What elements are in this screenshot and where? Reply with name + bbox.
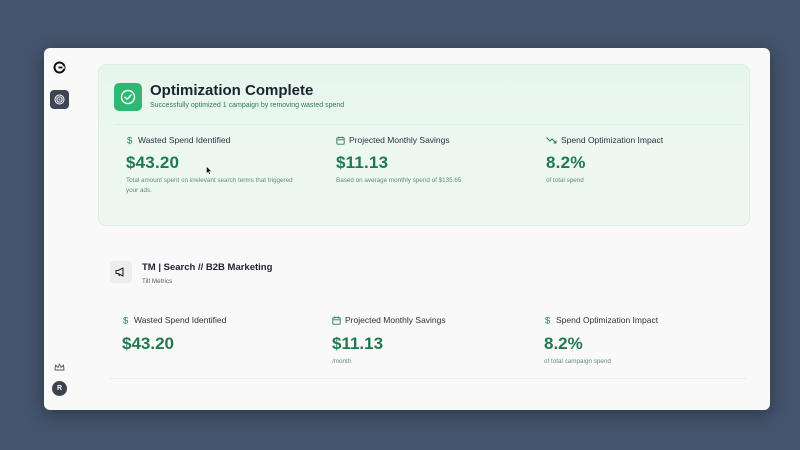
mouse-cursor-icon: [206, 166, 212, 175]
nav-optimizer-button[interactable]: [50, 90, 69, 109]
page-title: Optimization Complete: [150, 82, 314, 99]
summary-metric-impact: Spend Optimization Impact 8.2% of total …: [546, 135, 716, 186]
user-avatar[interactable]: R: [52, 381, 67, 396]
calendar-icon: [336, 136, 345, 145]
metric-value: 8.2%: [546, 153, 586, 172]
campaign-icon-box: [110, 261, 132, 283]
campaign-account: Tilt Metrics: [142, 278, 173, 285]
metric-label: Projected Monthly Savings: [349, 135, 450, 145]
svg-text:$: $: [545, 316, 551, 326]
metric-label: Wasted Spend Identified: [134, 315, 227, 325]
side-rail: R: [44, 48, 74, 410]
success-badge: [114, 83, 142, 111]
metric-description: of total campaign spend: [544, 358, 611, 365]
metric-description: of total spend: [546, 177, 584, 184]
metric-label: Wasted Spend Identified: [138, 135, 231, 145]
calendar-icon: [332, 316, 341, 325]
megaphone-icon: [115, 267, 124, 277]
campaign-metric-wasted: $ Wasted Spend Identified $43.20: [122, 315, 226, 358]
app-logo-icon[interactable]: [53, 61, 66, 74]
metric-description: Based on average monthly spend of $135.6…: [336, 177, 462, 184]
summary-metric-savings: Projected Monthly Savings $11.13 Based o…: [336, 135, 506, 186]
svg-text:$: $: [123, 316, 129, 326]
metric-description: /month: [332, 358, 352, 365]
metric-value: $11.13: [336, 153, 389, 172]
campaign-name[interactable]: TM | Search // B2B Marketing: [142, 262, 272, 273]
dollar-icon: $: [545, 316, 551, 326]
metric-label: Spend Optimization Impact: [561, 135, 664, 145]
svg-text:$: $: [127, 136, 133, 146]
metric-description: Total amount spent on irrelevant search …: [126, 177, 293, 194]
app-window: R Optimization Complete Successfully opt…: [44, 48, 770, 410]
target-icon: [54, 94, 65, 105]
metric-label: Projected Monthly Savings: [345, 315, 446, 325]
check-circle-icon: [120, 89, 136, 105]
campaign-metric-savings: Projected Monthly Savings $11.13 /month: [332, 315, 446, 365]
trend-down-icon: [546, 137, 557, 144]
divider: [110, 378, 746, 379]
metric-value: $43.20: [122, 334, 174, 353]
dollar-icon: $: [123, 316, 129, 326]
page-subtitle: Successfully optimized 1 campaign by rem…: [150, 102, 345, 109]
divider: [115, 124, 743, 125]
campaign-metric-impact: $ Spend Optimization Impact 8.2% of tota…: [544, 315, 658, 365]
metric-value: $11.13: [332, 334, 384, 353]
crown-icon[interactable]: [54, 362, 65, 372]
metric-value: 8.2%: [544, 334, 583, 353]
dollar-icon: $: [127, 136, 133, 146]
optimization-summary-card: Optimization Complete Successfully optim…: [98, 64, 750, 226]
metric-label: Spend Optimization Impact: [556, 315, 659, 325]
